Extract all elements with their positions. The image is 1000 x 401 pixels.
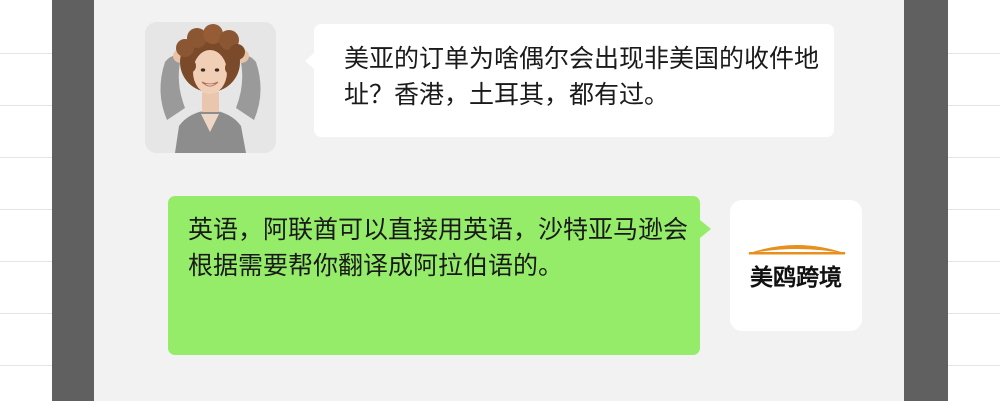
user-avatar[interactable] [145, 22, 276, 153]
arc-icon [747, 245, 847, 255]
woman-portrait-icon [145, 22, 276, 153]
brand-name: 美鸥跨境 [750, 265, 842, 291]
bubble-tail [700, 220, 711, 238]
bubble-tail [305, 52, 315, 70]
incoming-message-text: 美亚的订单为啥偶尔会出现非美国的收件地址？香港，土耳其，都有过。 [344, 44, 820, 109]
brand-avatar[interactable]: 美鸥跨境 [730, 200, 862, 331]
brand-logo: 美鸥跨境 [730, 240, 862, 300]
outgoing-message-bubble[interactable]: 英语，阿联酋可以直接用英语，沙特亚马逊会根据需要帮你翻译成阿拉伯语的。 [168, 196, 711, 355]
outgoing-message-text: 英语，阿联酋可以直接用英语，沙特亚马逊会根据需要帮你翻译成阿拉伯语的。 [188, 215, 689, 280]
incoming-message-bubble[interactable]: 美亚的订单为啥偶尔会出现非美国的收件地址？香港，土耳其，都有过。 [305, 24, 834, 137]
